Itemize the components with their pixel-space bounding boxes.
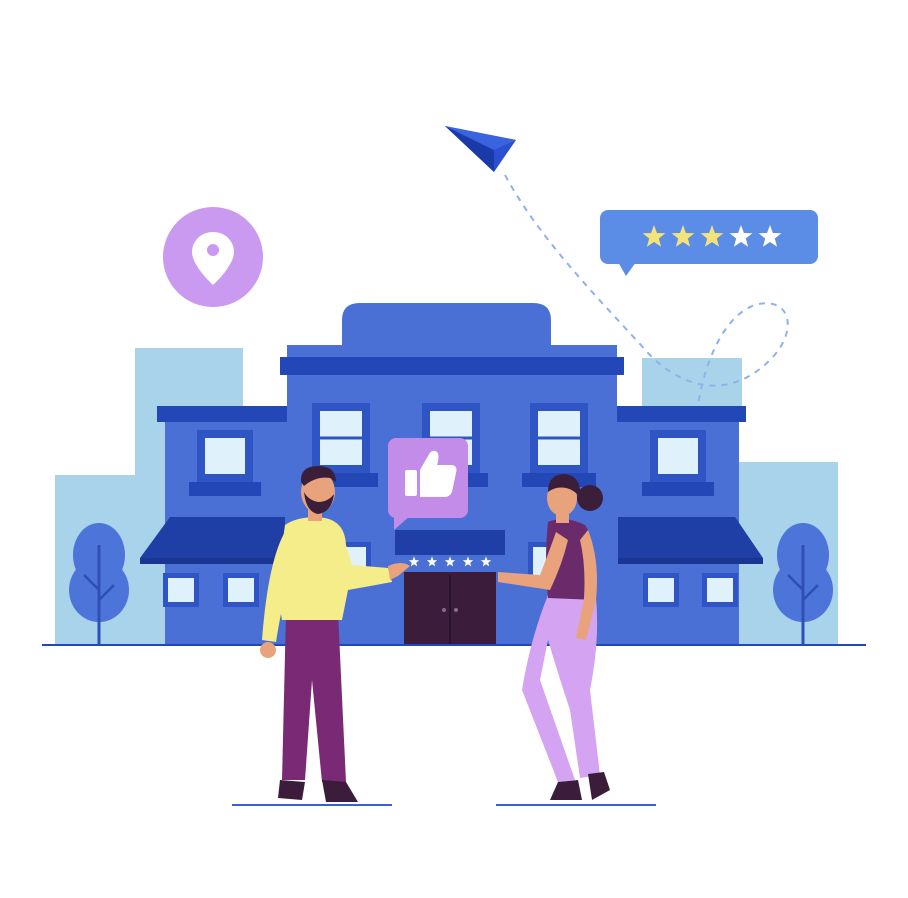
paper-plane-icon <box>445 126 516 172</box>
window <box>522 403 596 487</box>
window <box>163 573 199 607</box>
location-pin-badge <box>163 207 263 307</box>
thumbs-up-bubble <box>388 438 468 530</box>
window <box>223 573 259 607</box>
building-left-cornice <box>157 406 287 422</box>
awning-right-trim <box>618 558 763 564</box>
building-right-cornice <box>617 406 746 422</box>
window <box>643 573 679 607</box>
rating-bubble <box>600 210 818 276</box>
window <box>642 430 714 496</box>
hotel-review-illustration <box>42 126 866 806</box>
illustration-stage <box>0 0 908 898</box>
awning-center <box>395 530 505 555</box>
building-dome <box>342 303 551 345</box>
awning-left-trim <box>140 558 285 564</box>
window <box>702 573 738 607</box>
building-center-cornice <box>280 357 624 375</box>
entrance-door <box>404 572 496 645</box>
window <box>189 430 261 496</box>
